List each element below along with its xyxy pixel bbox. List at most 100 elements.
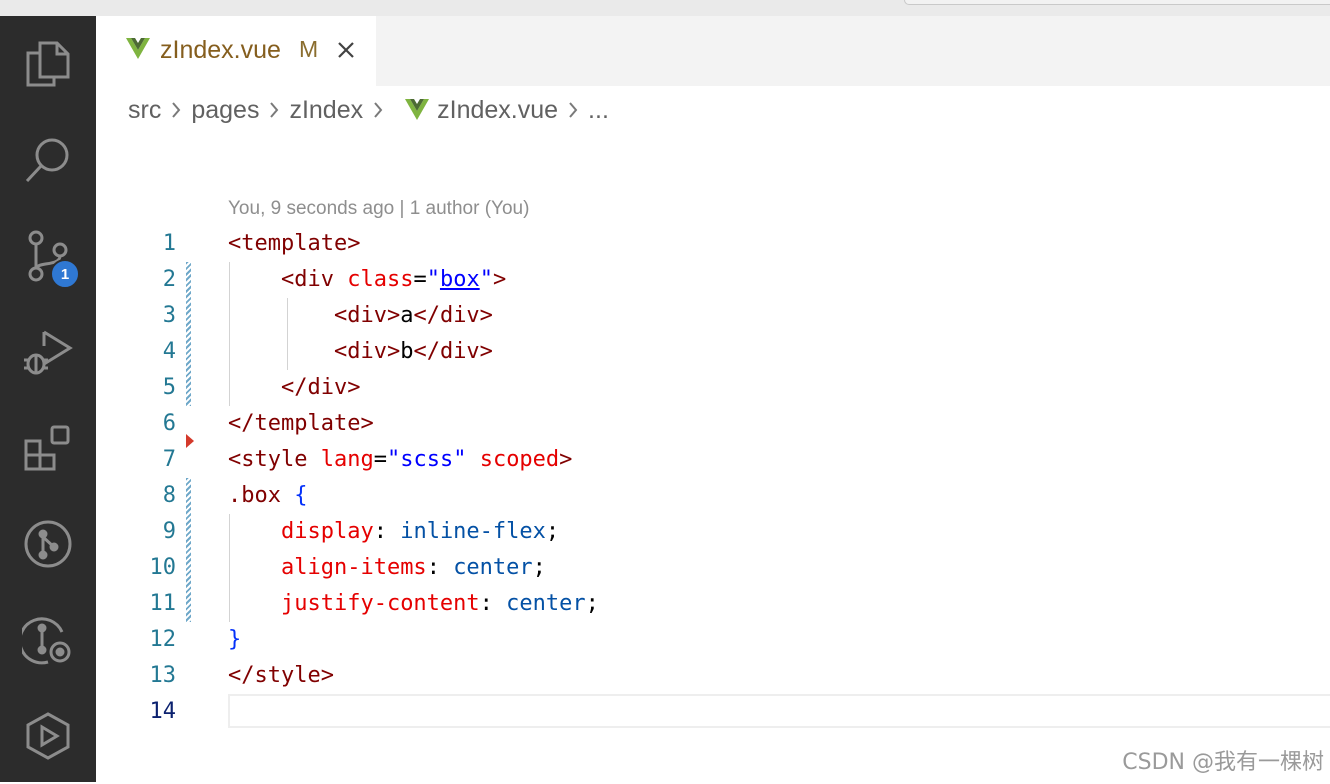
line-number: 11 [149,591,177,616]
code-token: </div> [413,339,493,364]
line-number: 9 [162,519,176,544]
activity-source-control[interactable] [0,208,96,304]
code-token: a [400,303,414,328]
line-number: 7 [162,447,176,472]
code-line[interactable]: </style> [228,658,334,694]
breadcrumb-item-src[interactable]: src [128,96,161,125]
vue-icon [126,38,150,59]
close-icon[interactable] [336,40,356,60]
source-control-badge: 1 [50,259,80,289]
tab-bar: zIndex.vue M [96,16,1330,86]
code-link[interactable]: box [440,267,480,292]
git-blame-codelens[interactable]: You, 9 seconds ago | 1 author (You) [228,198,529,220]
code-token: <template> [228,231,361,256]
remote-icon [26,712,70,760]
code-token: ; [532,555,546,580]
code-token: = [373,447,387,472]
code-token: : [373,519,401,544]
code-line[interactable]: </template> [228,406,374,442]
code-line[interactable]: justify-content: center; [228,586,599,622]
code-line[interactable]: <div class="box"> [228,262,506,298]
watermark: CSDN @我有一棵树 [1122,750,1324,775]
code-line[interactable]: } [228,622,241,658]
breadcrumb-item-symbols[interactable]: ... [588,96,609,125]
code-token: ; [545,519,560,544]
code-token: : [426,555,454,580]
code-token: : [479,591,507,616]
code-line[interactable]: <div>b</div> [228,334,493,370]
code-line[interactable]: display: inline-flex; [228,514,559,550]
code-token: center [506,591,586,616]
breadcrumb-item-pages[interactable]: pages [191,96,259,125]
chevron-right-icon [171,101,181,119]
breadcrumb-item-zindex[interactable]: zIndex [289,96,363,125]
run-debug-icon [24,330,73,375]
line-number: 2 [162,267,176,292]
code-token: ; [585,591,599,616]
line-number: 6 [162,411,176,436]
code-token: center [453,555,533,580]
code-token: </div> [280,375,361,400]
code-token: scoped [466,447,560,472]
search-icon [25,138,69,183]
activity-gitlens[interactable] [0,592,96,688]
activity-git-graph[interactable] [0,496,96,592]
current-line-highlight[interactable] [228,694,1330,728]
line-number: 5 [162,375,176,400]
activity-extensions[interactable] [0,400,96,496]
line-number: 10 [149,555,177,580]
code-line[interactable]: <div>a</div> [228,298,493,334]
line-number-current: 14 [149,699,177,724]
code-token: > [492,267,507,292]
activity-search[interactable] [0,112,96,208]
code-line[interactable]: .box { [228,478,307,514]
code-line[interactable]: <style lang="scss" scoped> [228,442,572,478]
code-token: " [479,267,493,292]
activity-bar: 1 [0,16,96,782]
line-number: 13 [149,663,177,688]
breadcrumb-item-file[interactable]: zIndex.vue [437,96,558,125]
git-graph-icon [24,520,72,568]
diff-modified-marker[interactable] [186,262,191,406]
activity-explorer[interactable] [0,16,96,112]
modified-indicator: M [299,36,319,62]
code-token: "scss" [386,447,467,472]
code-token: > [559,447,573,472]
line-number: 4 [162,339,176,364]
chevron-right-icon [373,101,383,119]
tab-label: zIndex.vue [160,36,281,64]
code-token: b [400,339,414,364]
code-token: lang [307,447,374,472]
diff-deleted-marker[interactable] [186,434,194,448]
chevron-right-icon [269,101,279,119]
code-token: } [228,627,242,652]
code-line[interactable]: </div> [228,370,360,406]
explorer-icon [26,41,70,87]
code-token: .box [228,483,281,508]
activity-run-debug[interactable] [0,304,96,400]
activity-remote[interactable] [0,688,96,784]
code-line[interactable]: <template> [228,226,360,262]
code-token: </template> [228,411,374,436]
vue-icon [405,99,430,121]
diff-modified-marker[interactable] [186,478,191,622]
window-top-strip [0,0,1330,16]
line-number: 1 [162,231,176,256]
code-line[interactable]: align-items: center; [228,550,546,586]
code-token: <div> [333,339,401,364]
extensions-icon [24,425,70,471]
code-token: <style [228,447,308,472]
code-token: align-items [280,555,427,580]
code-token: </style> [228,663,334,688]
tab-zindex-vue[interactable]: zIndex.vue M [96,16,376,86]
code-token: </div> [413,303,493,328]
code-token: display [280,519,374,544]
line-number: 3 [162,303,176,328]
code-token: { [280,483,308,508]
